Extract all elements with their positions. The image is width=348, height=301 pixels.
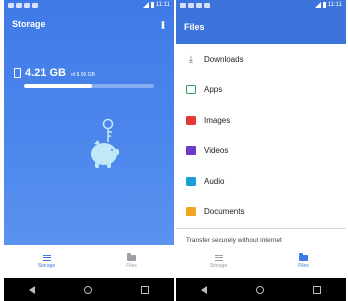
- category-label: Images: [204, 115, 231, 125]
- status-time: 11:11: [155, 2, 170, 8]
- category-videos[interactable]: Videos: [176, 136, 346, 167]
- system-navigation: [4, 278, 174, 301]
- back-icon[interactable]: [28, 285, 35, 294]
- nav-files-label: Files: [126, 262, 137, 269]
- category-images[interactable]: Images: [176, 105, 346, 136]
- category-label: Videos: [204, 146, 229, 156]
- notification-icon: [32, 2, 38, 8]
- bottom-navigation: Storage Files: [176, 245, 346, 278]
- notification-icon: [8, 2, 14, 8]
- notification-icons: [180, 2, 210, 8]
- category-audio[interactable]: Audio: [176, 166, 346, 197]
- category-label: Documents: [204, 207, 245, 217]
- transfer-banner[interactable]: Transfer securely without internet: [186, 237, 346, 244]
- files-header: 11:11 Files: [176, 0, 346, 44]
- folder-icon: [127, 252, 136, 261]
- storage-header: 11:11 Storage ••• 4.21 GB of 8.00 GB: [4, 0, 174, 245]
- video-icon: [186, 146, 196, 156]
- category-label: Audio: [204, 176, 225, 186]
- category-downloads[interactable]: ⤓ Downloads: [176, 44, 346, 75]
- audio-icon: [186, 176, 196, 186]
- notification-icon: [180, 2, 186, 8]
- category-label: Downloads: [204, 54, 244, 64]
- notification-icon: [196, 2, 202, 8]
- phone-icon: [14, 68, 21, 78]
- more-vert-icon[interactable]: •••: [157, 20, 168, 28]
- nav-storage-label: Storage: [37, 262, 56, 269]
- page-title: Files: [184, 22, 205, 32]
- app-bar: Storage •••: [4, 10, 174, 38]
- recents-icon[interactable]: [141, 285, 150, 294]
- system-navigation: [176, 278, 346, 301]
- divider: [176, 228, 346, 229]
- home-icon[interactable]: [83, 285, 92, 294]
- recents-icon[interactable]: [313, 285, 322, 294]
- category-label: Apps: [204, 85, 223, 95]
- document-icon: [186, 207, 196, 217]
- notification-icon: [16, 2, 22, 8]
- nav-files-label: Files: [298, 262, 309, 269]
- storage-progress-fill: [24, 84, 93, 88]
- battery-icon: [150, 2, 154, 8]
- notification-icon: [188, 2, 194, 8]
- used-storage: 4.21 GB: [25, 67, 66, 79]
- notification-icons: [8, 2, 38, 8]
- piggy-bank-icon: [84, 118, 126, 193]
- nav-storage[interactable]: Storage: [176, 245, 261, 278]
- folder-icon: [299, 252, 308, 261]
- storage-screen: 11:11 Storage ••• 4.21 GB of 8.00 GB Sto…: [4, 0, 174, 301]
- storage-list-icon: [214, 254, 223, 261]
- apps-icon: [186, 85, 196, 95]
- battery-icon: [322, 2, 326, 8]
- home-icon[interactable]: [255, 285, 264, 294]
- status-bar: 11:11: [4, 0, 174, 10]
- notification-icon: [204, 2, 210, 8]
- storage-list-icon: [42, 254, 51, 261]
- nav-storage[interactable]: Storage: [4, 245, 89, 278]
- status-right: 11:11: [314, 2, 342, 8]
- download-icon: ⤓: [189, 53, 193, 64]
- signal-icon: [142, 2, 149, 8]
- files-screen: 11:11 Files ⤓ Downloads Apps Images Vide…: [176, 0, 346, 301]
- bottom-navigation: Storage Files: [4, 245, 174, 278]
- status-right: 11:11: [142, 2, 170, 8]
- notification-icon: [24, 2, 30, 8]
- category-documents[interactable]: Documents: [176, 197, 346, 228]
- page-title: Storage: [12, 19, 46, 29]
- image-icon: [186, 115, 196, 125]
- app-bar: Files: [176, 10, 346, 44]
- nav-files[interactable]: Files: [89, 245, 174, 278]
- total-storage: of 8.00 GB: [70, 72, 95, 78]
- file-category-list: ⤓ Downloads Apps Images Videos Audio Doc…: [176, 44, 346, 227]
- status-time: 11:11: [327, 2, 342, 8]
- category-apps[interactable]: Apps: [176, 75, 346, 106]
- status-bar: 11:11: [176, 0, 346, 10]
- signal-icon: [314, 2, 321, 8]
- nav-storage-label: Storage: [209, 262, 228, 269]
- back-icon[interactable]: [200, 285, 207, 294]
- storage-usage[interactable]: 4.21 GB of 8.00 GB: [14, 67, 164, 88]
- storage-progress-bar: [24, 84, 154, 88]
- nav-files[interactable]: Files: [261, 245, 346, 278]
